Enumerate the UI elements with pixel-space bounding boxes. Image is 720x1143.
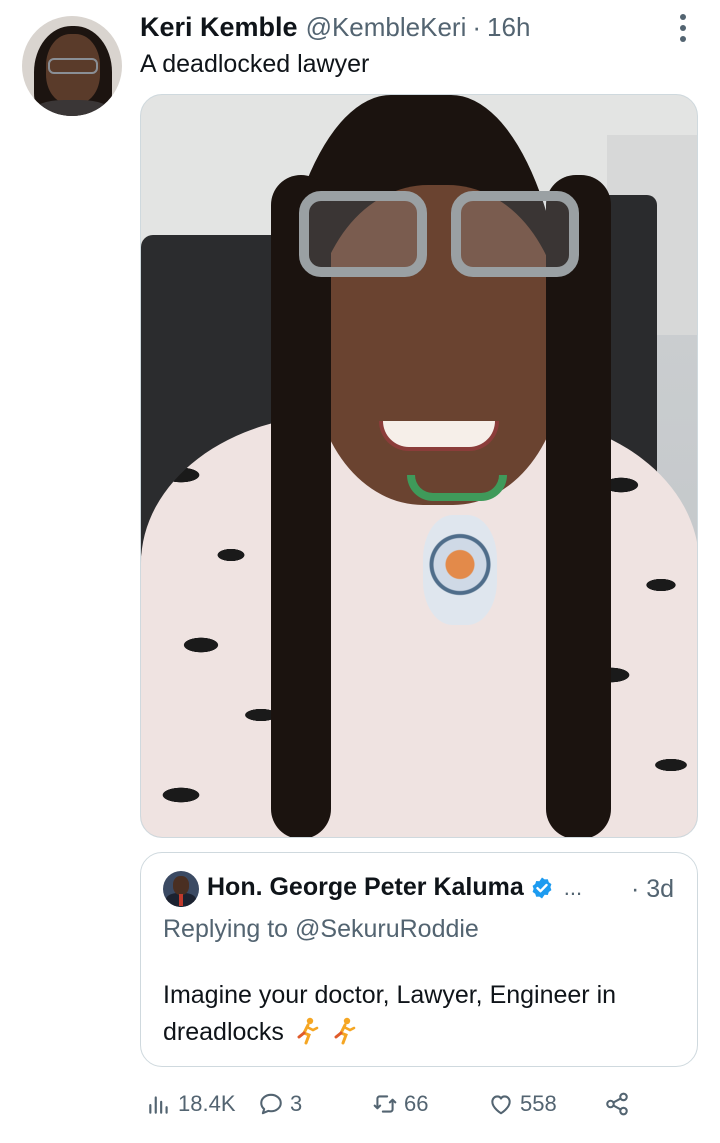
views-count: 18.4K — [178, 1091, 236, 1116]
views-icon — [149, 1096, 168, 1114]
retweet-count: 66 — [404, 1091, 429, 1116]
display-name[interactable]: Keri Kemble — [140, 12, 298, 43]
verified-icon — [532, 877, 552, 898]
tweet[interactable]: Keri Kemble @KembleKeri · 16h A deadlock… — [0, 0, 720, 1143]
tweet-text: A deadlocked lawyer — [140, 50, 370, 78]
separator: · — [472, 12, 482, 42]
tweet-header: Keri Kemble @KembleKeri · 16h — [140, 12, 530, 43]
retweet-icon — [373, 1095, 397, 1113]
quoted-text-body: Imagine your doctor, Lawyer, Engineer in… — [163, 981, 617, 1046]
avatar[interactable] — [22, 16, 122, 116]
like-button[interactable]: 558 — [488, 1084, 557, 1124]
like-count: 558 — [520, 1091, 557, 1116]
quoted-display-name[interactable]: Hon. George Peter Kaluma — [207, 873, 524, 902]
retweet-button[interactable]: 66 — [372, 1084, 428, 1124]
more-icon[interactable] — [672, 14, 694, 42]
views-button[interactable]: 18.4K — [146, 1084, 236, 1124]
share-button[interactable] — [604, 1084, 636, 1124]
timestamp[interactable]: 16h — [487, 12, 530, 43]
quoted-avatar[interactable] — [163, 871, 199, 907]
reply-count: 3 — [290, 1091, 303, 1116]
user-handle[interactable]: @KembleKeri — [306, 12, 467, 43]
reply-button[interactable]: 3 — [258, 1084, 302, 1124]
quoted-name-overflow: ... — [563, 874, 583, 900]
quoted-header: Hon. George Peter Kaluma ... — [207, 873, 582, 902]
replying-to[interactable]: Replying to @SekuruRoddie — [163, 915, 479, 944]
action-bar: 18.4K 3 66 558 — [0, 1084, 720, 1124]
like-icon — [491, 1095, 511, 1115]
tweet-photo[interactable] — [140, 94, 698, 838]
runner-emoji-icon — [334, 1017, 356, 1045]
quoted-tweet[interactable]: Hon. George Peter Kaluma ... · 3d Replyi… — [140, 852, 698, 1067]
share-icon — [606, 1092, 628, 1116]
runner-emoji-icon — [297, 1017, 319, 1045]
quoted-timestamp[interactable]: · 3d — [631, 875, 674, 904]
reply-icon — [260, 1093, 282, 1115]
quoted-text: Imagine your doctor, Lawyer, Engineer in… — [163, 977, 683, 1051]
